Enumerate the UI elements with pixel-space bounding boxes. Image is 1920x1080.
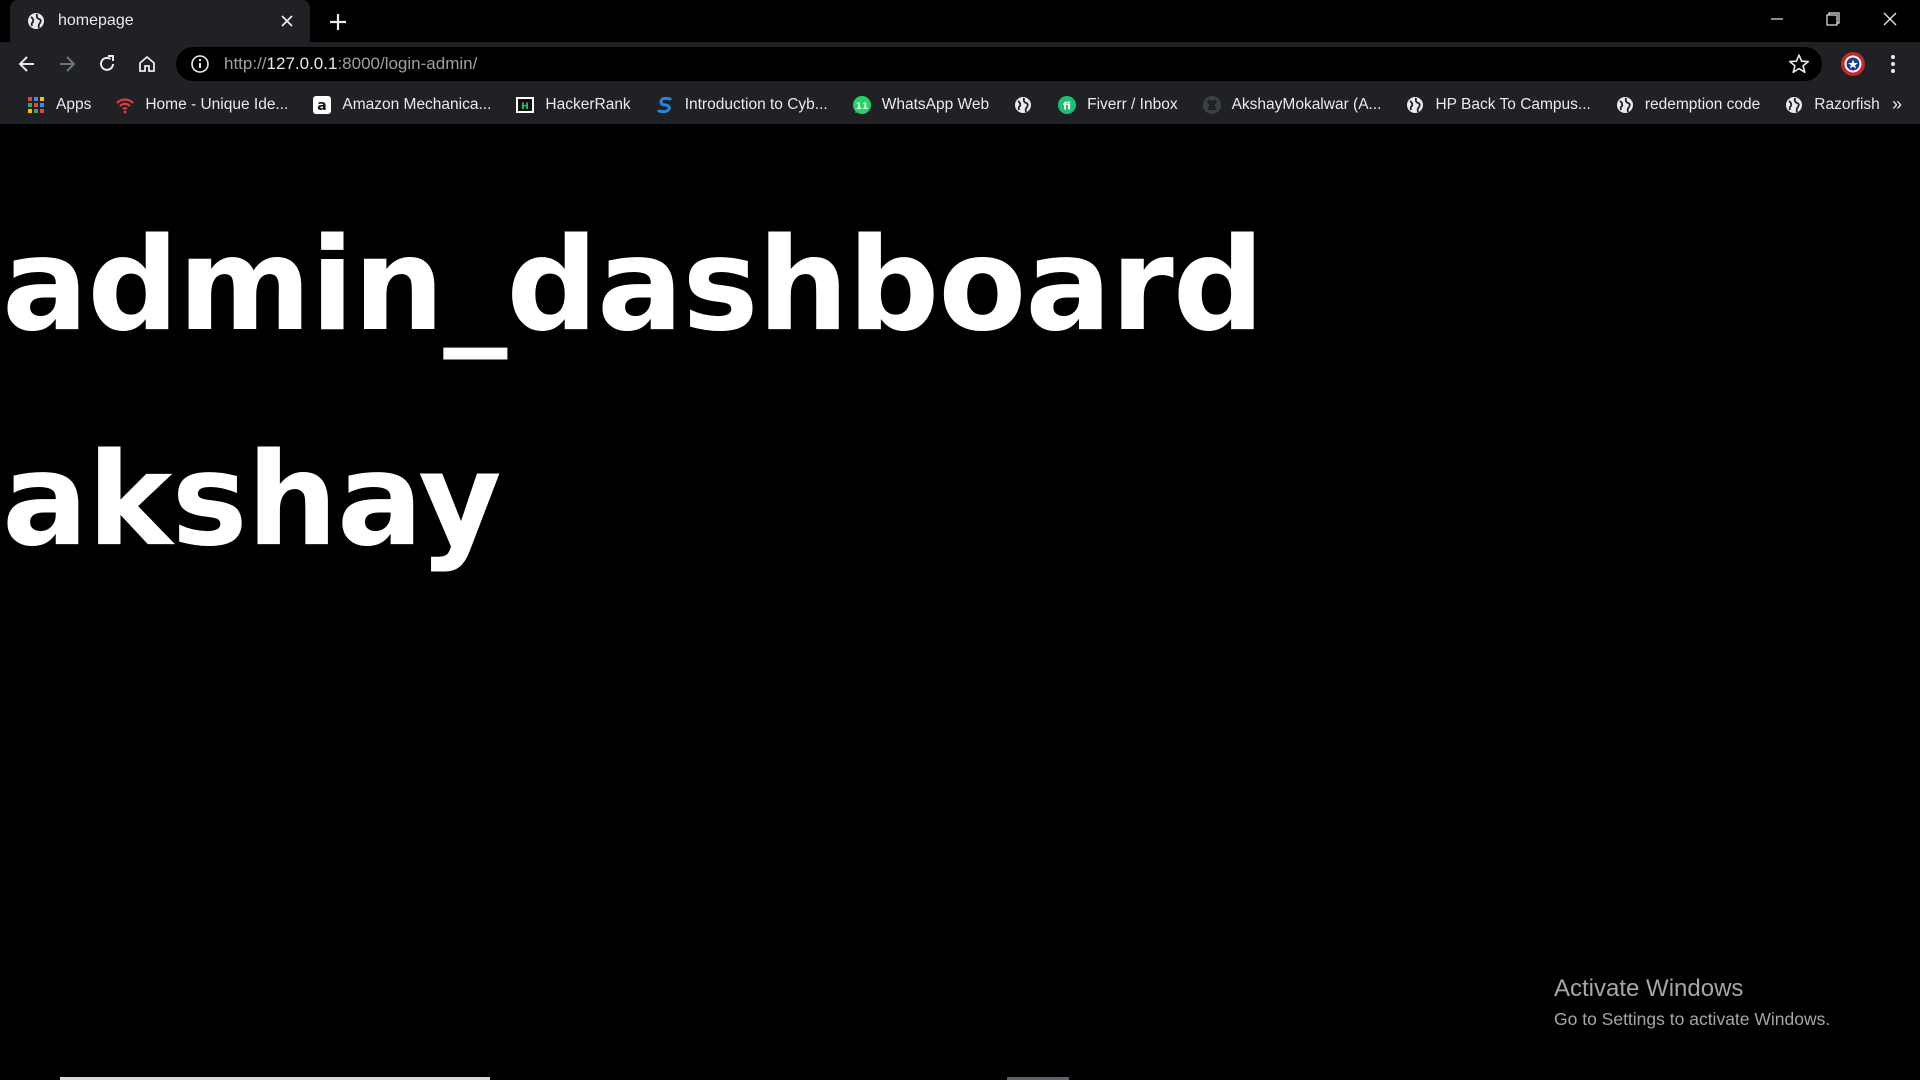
skillshare-icon [655,95,675,115]
minimize-button[interactable] [1749,0,1805,38]
bookmark-label: Apps [56,96,92,113]
home-icon [139,55,155,72]
url-scheme: http:// [224,54,267,73]
bookmark-label: Amazon Mechanica... [342,96,492,113]
bookmark-hackerrank[interactable]: H HackerRank [505,90,640,120]
bookmarks-bar: Apps Home - Unique Ide... a Amazon Mecha… [0,86,1920,124]
star-icon[interactable] [1788,53,1810,75]
new-tab-button[interactable] [324,8,352,36]
page-title: admin_dashboard [2,211,1264,360]
bookmark-label: WhatsApp Web [881,96,990,113]
reload-icon [100,55,114,71]
close-icon [1883,12,1897,26]
bookmark-redemption-code[interactable]: redemption code [1605,90,1770,120]
bookmark-akshaymokalwar[interactable]: AkshayMokalwar (A... [1192,90,1392,120]
restore-icon [1826,12,1840,26]
globe-icon [28,13,44,29]
bookmarks-overflow-button[interactable]: » [1892,94,1902,115]
bookmark-label: AkshayMokalwar (A... [1231,96,1382,113]
kebab-menu-icon [1891,55,1895,73]
wifi-red-icon [115,95,135,115]
url-host: 127.0.0.1 [266,54,338,73]
bookmark-amazon-mechanical[interactable]: a Amazon Mechanica... [302,90,501,120]
svg-text:11: 11 [855,102,868,112]
bookmark-label: Home - Unique Ide... [145,96,289,113]
bookmark-label: HackerRank [545,96,631,113]
svg-text:fi: fi [1063,100,1071,113]
info-icon[interactable] [190,54,210,74]
forward-button[interactable] [51,48,83,80]
arrow-left-icon [18,56,34,72]
toolbar: http://127.0.0.1:8000/login-admin/ [0,42,1920,86]
reload-button[interactable] [91,48,123,80]
bookmark-label: redemption code [1644,96,1761,113]
svg-text:H: H [522,102,530,112]
globe-icon [1405,95,1425,115]
fiverr-icon: fi [1057,95,1077,115]
tab-strip: homepage [0,0,1920,42]
close-window-button[interactable] [1862,0,1918,38]
tab-homepage[interactable]: homepage [10,0,310,42]
arrow-right-icon [60,56,76,72]
globe-icon [1784,95,1804,115]
amazon-icon: a [312,95,332,115]
address-bar[interactable]: http://127.0.0.1:8000/login-admin/ [176,47,1822,81]
globe-icon [1615,95,1635,115]
bookmark-label: Introduction to Cyb... [684,96,828,113]
github-icon [1202,95,1222,115]
username-heading: akshay [2,426,502,575]
bookmark-label: Fiverr / Inbox [1087,96,1178,113]
bookmark-globe[interactable] [1003,90,1043,120]
extension-shield-icon[interactable] [1840,51,1866,77]
svg-text:a: a [318,98,327,114]
minimize-icon [1771,18,1783,20]
tab-title: homepage [58,12,134,29]
watermark-subtitle: Go to Settings to activate Windows. [1554,1009,1831,1029]
home-button[interactable] [131,48,163,80]
bookmark-label: HP Back To Campus... [1435,96,1591,113]
apps-grid-icon [26,95,46,115]
bookmark-fiverr-inbox[interactable]: fi Fiverr / Inbox [1047,90,1187,120]
bookmark-introduction-to-cyb[interactable]: Introduction to Cyb... [645,90,838,120]
bookmark-apps[interactable]: Apps [16,90,101,120]
bookmark-whatsapp-web[interactable]: 11 WhatsApp Web [842,90,999,120]
watermark-title: Activate Windows [1554,975,1744,1002]
close-tab-icon[interactable] [276,10,298,32]
globe-icon [1013,95,1033,115]
bookmark-home-unique-ide[interactable]: Home - Unique Ide... [105,90,298,120]
restore-button[interactable] [1805,0,1861,38]
url-path: :8000/login-admin/ [337,54,478,73]
bookmark-label: Razorfish [1814,96,1880,113]
hackerrank-icon: H [515,95,535,115]
whatsapp-icon: 11 [852,95,872,115]
activate-windows-watermark: Activate Windows Go to Settings to activ… [1554,975,1830,1030]
back-button[interactable] [11,48,43,80]
browser-menu-button[interactable] [1880,50,1906,78]
plus-icon [330,14,346,30]
bookmark-razorfish[interactable]: Razorfish [1774,90,1889,120]
page-content: admin_dashboard akshay Activate Windows … [0,124,1920,1080]
url-text: http://127.0.0.1:8000/login-admin/ [224,54,477,74]
bookmark-hp-back-to-campus[interactable]: HP Back To Campus... [1395,90,1600,120]
